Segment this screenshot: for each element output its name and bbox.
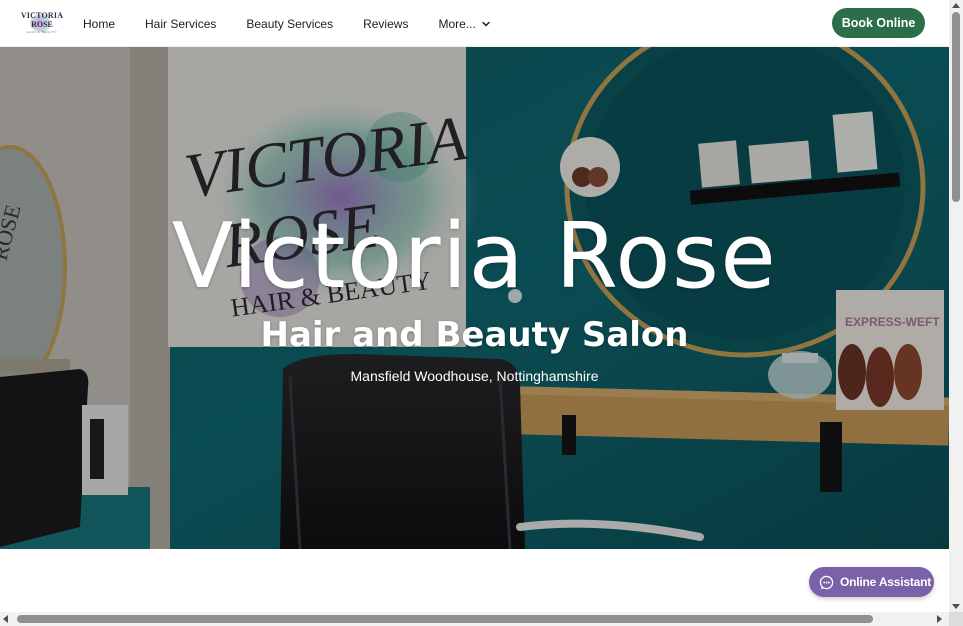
hero-banner: ROSE VICTORIA ROSE HAIR & BEAUTY EXPRESS… [0,47,949,549]
nav-home[interactable]: Home [83,17,115,31]
nav-hair-services-label: Hair Services [145,16,217,31]
hero-title: Victoria Rose [171,204,778,309]
nav-home-label: Home [83,16,116,31]
chat-bubble-icon [819,575,834,589]
nav-more-dropdown[interactable]: More... [438,17,490,31]
horizontal-scroll-thumb[interactable] [17,615,873,623]
scroll-right-arrow-icon[interactable] [937,615,942,623]
scroll-left-arrow-icon[interactable] [3,615,8,623]
salon-logo[interactable]: VICTORIA ROSE HAIR & BEAUTY [20,8,64,38]
logo-line-3: HAIR & BEAUTY [26,30,58,34]
vertical-scroll-thumb[interactable] [952,12,960,202]
book-online-button[interactable]: Book Online [832,8,925,38]
main-nav: Home Hair Services Beauty Services Revie… [83,0,521,47]
chevron-down-icon [482,21,490,26]
scroll-down-arrow-icon[interactable] [952,604,960,609]
nav-reviews[interactable]: Reviews [363,17,408,31]
nav-reviews-label: Reviews [363,16,409,31]
logo-line-2: ROSE [31,20,53,29]
nav-beauty-services[interactable]: Beauty Services [246,17,333,31]
vertical-scrollbar[interactable] [949,0,963,612]
hero-subtitle: Hair and Beauty Salon [260,315,689,355]
nav-more-label: More... [438,16,476,31]
scroll-up-arrow-icon[interactable] [952,3,960,8]
online-assistant-label: Online Assistant [840,575,932,589]
horizontal-scrollbar[interactable] [0,612,963,626]
site-header: VICTORIA ROSE HAIR & BEAUTY Home Hair Se… [0,0,949,47]
online-assistant-button[interactable]: Online Assistant [809,567,934,597]
nav-hair-services[interactable]: Hair Services [145,17,216,31]
logo-line-1: VICTORIA [20,11,64,20]
scrollbar-corner [949,612,963,626]
hero-location: Mansfield Woodhouse, Nottinghamshire [350,368,599,384]
nav-beauty-services-label: Beauty Services [246,16,334,31]
